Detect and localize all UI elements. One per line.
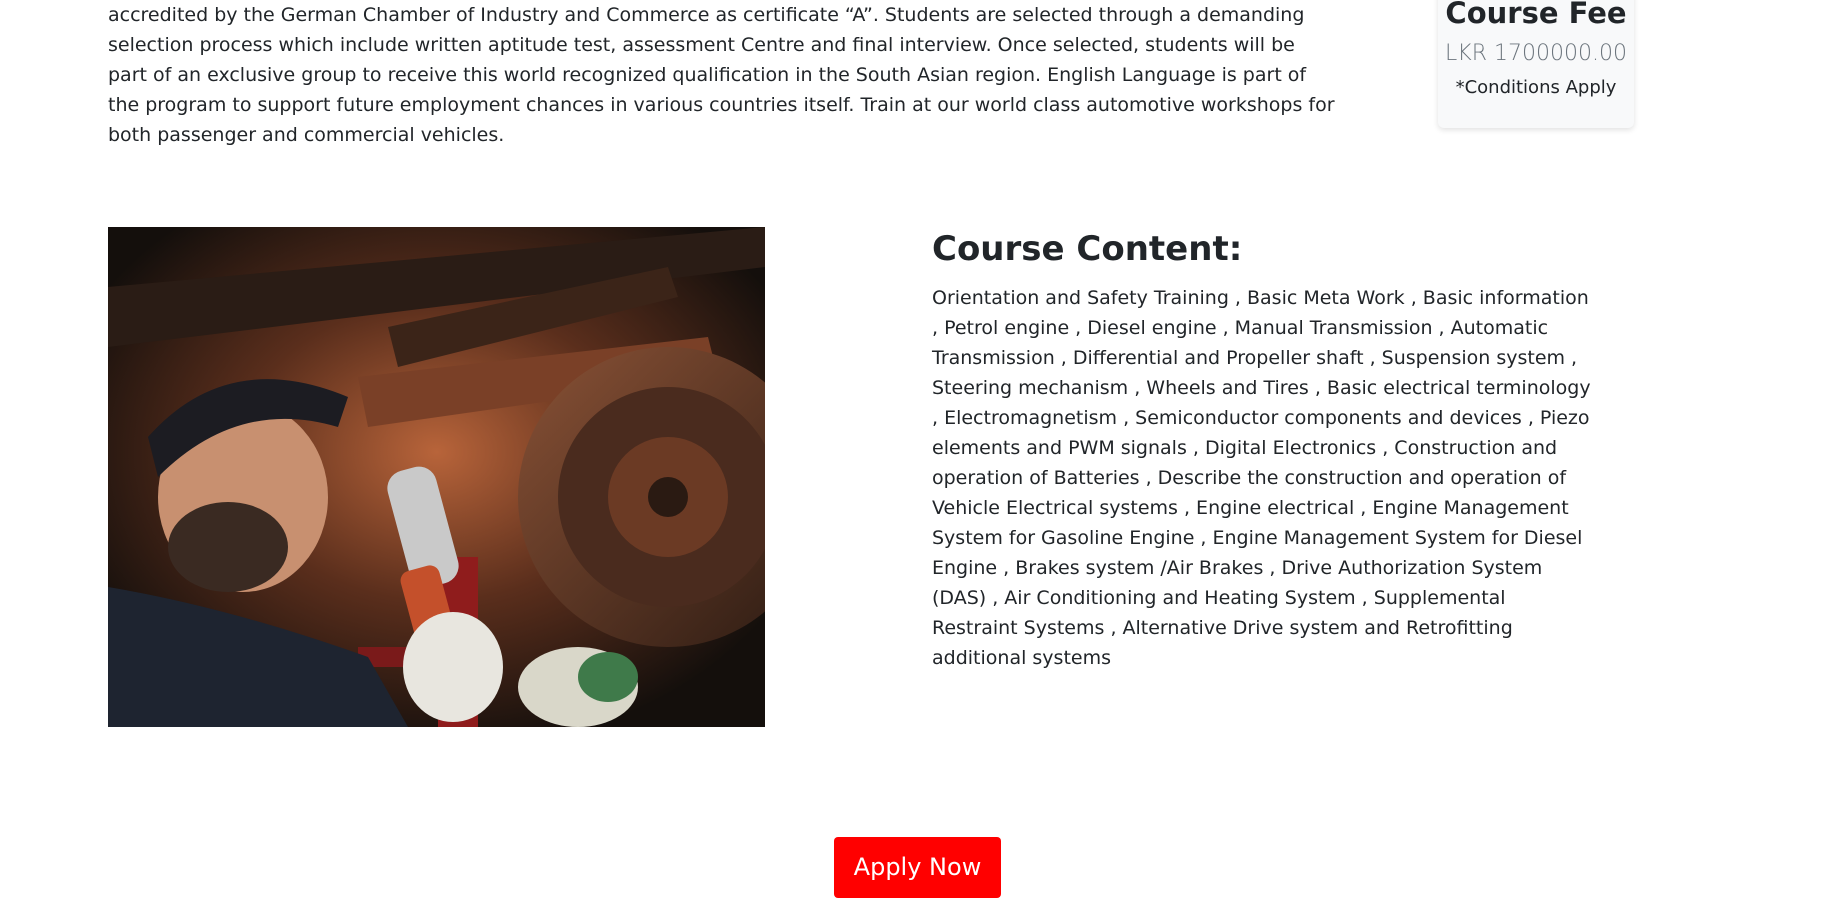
course-description: accredited by the German Chamber of Indu… [108, 4, 1335, 146]
apply-now-button[interactable]: Apply Now [834, 837, 1001, 898]
course-fee-title: Course Fee [1445, 0, 1627, 30]
course-fee-card: Course Fee LKR 1700000.00 *Conditions Ap… [1438, 0, 1634, 128]
course-content-title: Course Content: [932, 229, 1243, 269]
course-page: accredited by the German Chamber of Indu… [0, 0, 1839, 917]
course-content-list: Orientation and Safety Training , Basic … [932, 287, 1591, 669]
mechanic-photo [108, 227, 765, 727]
course-fee-amount: LKR 1700000.00 [1445, 41, 1627, 66]
course-fee-conditions: *Conditions Apply [1455, 77, 1617, 98]
course-content-section: Course Content: Orientation and Safety T… [932, 225, 1592, 673]
